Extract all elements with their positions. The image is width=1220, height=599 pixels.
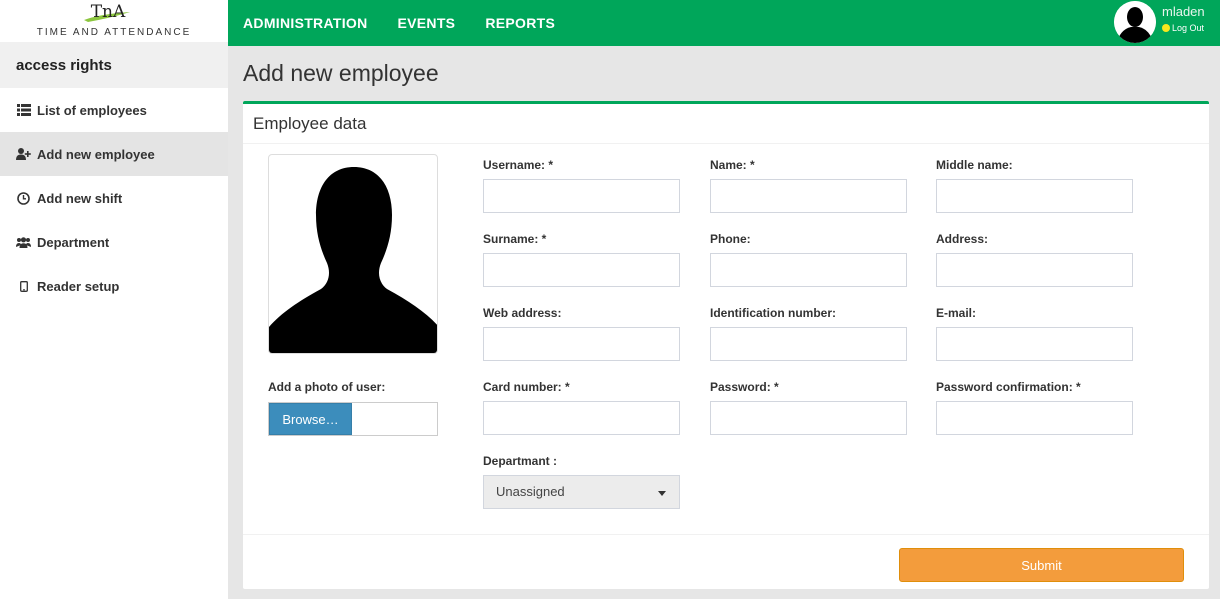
nav-reports[interactable]: REPORTS (485, 15, 555, 31)
surname-label: Surname: * (483, 232, 547, 246)
department-select[interactable]: Unassigned (483, 475, 680, 509)
card-number-field[interactable] (483, 401, 680, 435)
photo-file-input[interactable]: Browse… (268, 402, 438, 436)
nav-administration[interactable]: ADMINISTRATION (243, 15, 368, 31)
web-address-field[interactable] (483, 327, 680, 361)
page-title: Add new employee (243, 60, 439, 86)
middle-name-field[interactable] (936, 179, 1133, 213)
sidebar-item-list-of-employees[interactable]: List of employees (0, 88, 228, 132)
username-field[interactable] (483, 179, 680, 213)
phone-field[interactable] (710, 253, 907, 287)
email-label: E-mail: (936, 306, 977, 320)
panel-title: Employee data (243, 104, 1209, 144)
username: mladen (1162, 4, 1205, 19)
caret-down-icon (658, 491, 666, 496)
identification-number-label: Identification number: (710, 306, 836, 320)
nav-events[interactable]: EVENTS (398, 15, 456, 31)
logo-mark: TnA (84, 2, 130, 22)
sidebar-item-add-new-shift[interactable]: Add new shift (0, 176, 228, 220)
password-confirmation-label: Password confirmation: * (936, 380, 1081, 394)
browse-button[interactable]: Browse… (269, 403, 352, 435)
sidebar-section-title: access rights (0, 42, 228, 88)
sidebar-item-add-new-employee[interactable]: Add new employee (0, 132, 228, 176)
logout-link[interactable]: Log Out (1162, 23, 1204, 33)
clock-icon (16, 191, 31, 205)
sidebar: TnA TIME AND ATTENDANCE access rights Li… (0, 0, 228, 599)
photo-label: Add a photo of user: (268, 380, 386, 394)
password-field[interactable] (710, 401, 907, 435)
user-plus-icon (16, 147, 31, 161)
name-field[interactable] (710, 179, 907, 213)
address-field[interactable] (936, 253, 1133, 287)
submit-button[interactable]: Submit (899, 548, 1184, 582)
sidebar-item-label: List of employees (37, 102, 147, 118)
user-photo-placeholder (268, 154, 438, 354)
tablet-icon (16, 279, 31, 293)
department-selected-value: Unassigned (496, 484, 565, 499)
name-label: Name: * (710, 158, 755, 172)
logo[interactable]: TnA TIME AND ATTENDANCE (0, 0, 228, 42)
card-number-label: Card number: * (483, 380, 570, 394)
web-address-label: Web address: (483, 306, 562, 320)
employee-data-panel: Employee data Add a photo of user: Brows… (243, 101, 1209, 589)
middle-name-label: Middle name: (936, 158, 1013, 172)
address-label: Address: (936, 232, 989, 246)
sidebar-item-label: Add new shift (37, 190, 123, 206)
top-navbar: ADMINISTRATION EVENTS REPORTS mladen Log… (228, 0, 1220, 46)
users-icon (16, 235, 31, 249)
surname-field[interactable] (483, 253, 680, 287)
sidebar-item-label: Department (37, 234, 110, 250)
avatar[interactable] (1114, 1, 1156, 43)
email-field[interactable] (936, 327, 1133, 361)
department-label: Departmant : (483, 454, 558, 468)
logout-label: Log Out (1172, 23, 1205, 33)
top-nav-menu: ADMINISTRATION EVENTS REPORTS (243, 0, 585, 46)
logo-mark-text: TnA (91, 2, 126, 22)
sidebar-item-department[interactable]: Department (0, 220, 228, 264)
phone-label: Phone: (710, 232, 751, 246)
sidebar-item-reader-setup[interactable]: Reader setup (0, 264, 228, 308)
sidebar-item-label: Add new employee (37, 146, 155, 162)
user-silhouette-icon (269, 167, 437, 353)
password-confirmation-field[interactable] (936, 401, 1133, 435)
list-icon (16, 103, 31, 117)
username-label: Username: * (483, 158, 554, 172)
sidebar-item-label: Reader setup (37, 278, 120, 294)
identification-number-field[interactable] (710, 327, 907, 361)
user-menu[interactable]: mladen Log Out (1110, 0, 1220, 46)
status-dot-icon (1162, 24, 1170, 32)
password-label: Password: * (710, 380, 779, 394)
logo-text: TIME AND ATTENDANCE (36, 27, 192, 38)
